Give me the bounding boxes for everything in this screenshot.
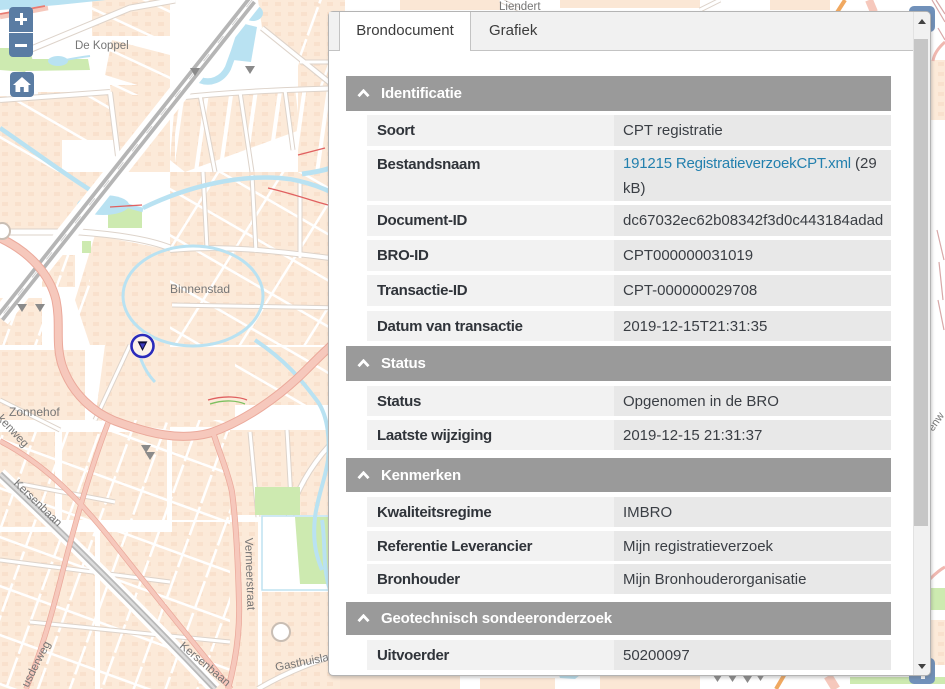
svg-text:Binnenstad: Binnenstad [170,282,230,296]
svg-text:De Koppel: De Koppel [75,40,129,52]
svg-text:Zonnehof: Zonnehof [9,405,60,419]
svg-text:Vermeerstraat: Vermeerstraat [242,538,257,611]
